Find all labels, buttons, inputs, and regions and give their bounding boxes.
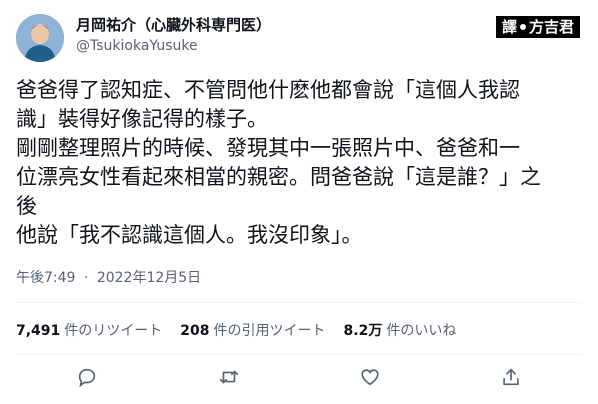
retweet-button[interactable]: [218, 366, 242, 390]
share-icon: [503, 368, 519, 386]
tweet-actions: [0, 366, 598, 392]
badge-left-text: 譯: [501, 18, 517, 36]
translator-badge: 譯 方吉君: [495, 16, 580, 38]
retweets-stat[interactable]: 7,491 件のリツイート: [16, 320, 162, 340]
tweet-text: 爸爸得了認知症、不管問他什麽他都會說「這個人我認 識」裝得好像記得的樣子。 剛剛…: [16, 76, 582, 250]
divider: [16, 354, 582, 355]
tweet-timestamp[interactable]: 午後7:49 · 2022年12月5日: [16, 267, 201, 287]
like-button[interactable]: [359, 366, 383, 390]
tweet-line: 識」裝得好像記得的樣子。: [16, 107, 268, 131]
likes-stat[interactable]: 8.2万 件のいいね: [344, 320, 457, 340]
retweets-label: 件のリツイート: [64, 323, 163, 339]
tweet-line: 位漂亮女性看起來相當的親密。問爸爸說「這是誰？」之: [16, 165, 541, 189]
tweet-time: 午後7:49: [16, 270, 76, 286]
tweet-date: 2022年12月5日: [96, 270, 202, 286]
tweet-line: 他說「我不認識這個人。我沒印象」。: [16, 223, 363, 247]
retweet-icon: [219, 370, 239, 384]
badge-right-text: 方吉君: [528, 18, 574, 36]
badge-dot-icon: [519, 24, 526, 30]
quotes-count: 208: [180, 323, 210, 339]
likes-label: 件のいいね: [386, 323, 457, 339]
tweet-line: 後: [16, 194, 37, 218]
reply-icon: [78, 368, 96, 388]
retweets-count: 7,491: [16, 323, 61, 339]
share-button[interactable]: [500, 366, 524, 390]
tweet-line: 爸爸得了認知症、不管問他什麽他都會說「這個人我認: [16, 78, 520, 102]
reply-button[interactable]: [76, 366, 100, 390]
meta-separator: ·: [83, 270, 89, 286]
likes-count: 8.2万: [343, 323, 383, 339]
tweet-line: 剛剛整理照片的時候、發現其中一張照片中、爸爸和一: [16, 136, 520, 160]
author-name[interactable]: 月岡祐介（心臓外科専門医）: [76, 14, 271, 35]
author-handle[interactable]: @TsukiokaYusuke: [76, 38, 198, 54]
quotes-stat[interactable]: 208 件の引用ツイート: [180, 320, 325, 340]
like-icon: [361, 369, 379, 386]
divider: [16, 302, 582, 303]
tweet-stats: 7,491 件のリツイート 208 件の引用ツイート 8.2万 件のいいね: [16, 320, 456, 340]
quotes-label: 件の引用ツイート: [213, 323, 326, 339]
avatar[interactable]: [16, 14, 64, 62]
